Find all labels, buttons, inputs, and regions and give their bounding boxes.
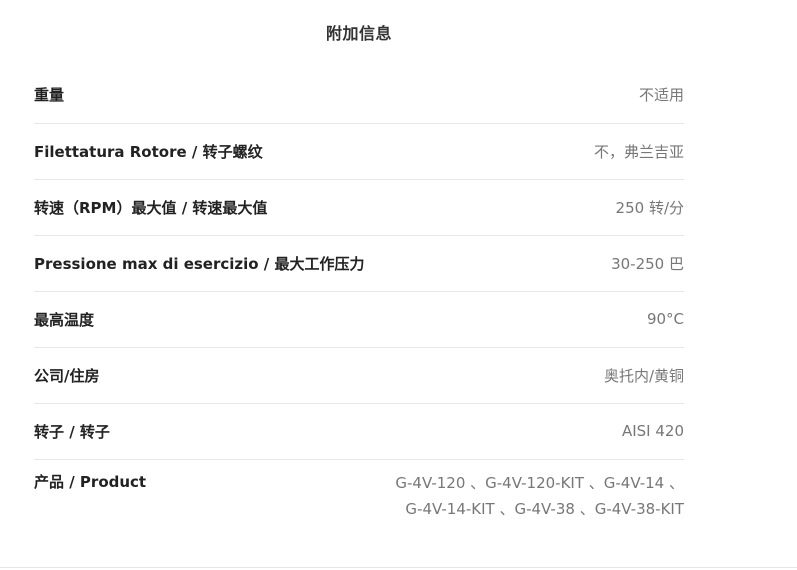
spec-row-max-temperature: 最高温度 90°C [34,291,684,347]
spec-label: 最高温度 [34,310,95,329]
additional-info-page: 附加信息 重量 不适用 Filettatura Rotore / 转子螺纹 不，… [0,0,797,570]
spec-label: Filettatura Rotore / 转子螺纹 [34,142,263,161]
spec-label: 转子 / 转子 [34,422,110,441]
spec-row-weight: 重量 不适用 [34,67,684,123]
spec-value: G-4V-120 、G-4V-120-KIT 、G-4V-14 、G-4V-14… [395,473,684,518]
spec-value: 250 转/分 [615,198,684,217]
spec-value: 不适用 [638,86,684,105]
spec-label: 产品 / Product [34,472,147,491]
spec-row-housing: 公司/住房 奥托内/黄铜 [34,347,684,403]
section-title: 附加信息 [325,24,392,43]
spec-value: AISI 420 [621,422,684,440]
spec-row-max-pressure: Pressione max di esercizio / 最大工作压力 30-2… [34,235,684,291]
spec-label: 转速（RPM）最大值 / 转速最大值 [34,198,268,217]
spec-label: 重量 [34,86,65,105]
spec-value: 奥托内/黄铜 [603,366,684,385]
spec-value: 30-250 巴 [611,254,684,273]
spec-label: 公司/住房 [34,366,100,385]
spec-value: 不，弗兰吉亚 [593,142,684,161]
spec-row-max-rpm: 转速（RPM）最大值 / 转速最大值 250 转/分 [34,179,684,235]
spec-row-rotor-thread: Filettatura Rotore / 转子螺纹 不，弗兰吉亚 [34,123,684,179]
spec-value: 90°C [646,310,684,328]
spec-table: 重量 不适用 Filettatura Rotore / 转子螺纹 不，弗兰吉亚 … [34,67,684,529]
bottom-divider [0,567,797,568]
spec-label: Pressione max di esercizio / 最大工作压力 [34,254,365,273]
spec-row-product: 产品 / Product G-4V-120 、G-4V-120-KIT 、G-4… [34,459,684,529]
spec-row-rotor: 转子 / 转子 AISI 420 [34,403,684,459]
